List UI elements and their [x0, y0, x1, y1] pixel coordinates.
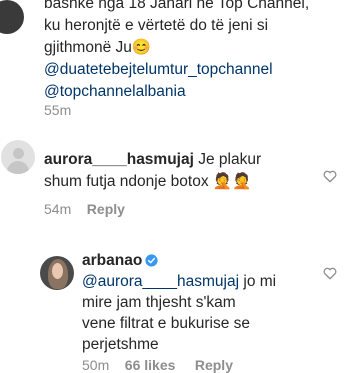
comment-timestamp: 55m: [44, 102, 72, 118]
comment-text-line: aurora____hasmujaj Je plakur: [44, 151, 262, 168]
smile-emoji: 😊: [131, 39, 152, 56]
default-avatar-icon[interactable]: [1, 140, 35, 174]
comment-username[interactable]: arbanao: [82, 252, 142, 269]
comment-text-line: @aurora____hasmujaj jo mi: [82, 273, 277, 290]
avatar[interactable]: [40, 256, 74, 290]
mention-link[interactable]: @topchannelalbania: [44, 81, 186, 102]
comment-text-line: bashke nga 18 Janari ne Top Channel,: [44, 0, 310, 12]
comment-meta: 54m Reply: [44, 201, 125, 217]
comment-text-line: gjithmonë Ju😊: [44, 39, 152, 56]
comment-text-line: perjetshme: [82, 336, 159, 353]
comment-text-line: shum futja ndonje botox 🤦🤦: [44, 173, 252, 190]
avatar-top-comment[interactable]: [0, 0, 24, 34]
comment-text-line: mire jam thjesht s'kam: [82, 294, 236, 311]
heart-outline-icon[interactable]: [323, 170, 337, 183]
facepalm-emoji: 🤦🤦: [212, 173, 252, 190]
comment-username[interactable]: aurora____hasmujaj: [44, 151, 194, 168]
mention-link[interactable]: @duatetebejtelumtur_topchannel: [44, 59, 273, 80]
comment-timestamp: 54m: [44, 201, 72, 217]
comment-text-line: ku heronjtë e vërtetë do të jeni si: [44, 17, 269, 34]
reply-button[interactable]: Reply: [87, 201, 125, 217]
comment-text-line: vene filtrat e bukurise se: [82, 315, 251, 332]
mention-link[interactable]: @aurora____hasmujaj: [82, 273, 239, 290]
verified-badge-icon: [145, 254, 158, 267]
comment-text-line: arbanao: [82, 250, 158, 271]
heart-outline-icon[interactable]: [323, 267, 337, 280]
